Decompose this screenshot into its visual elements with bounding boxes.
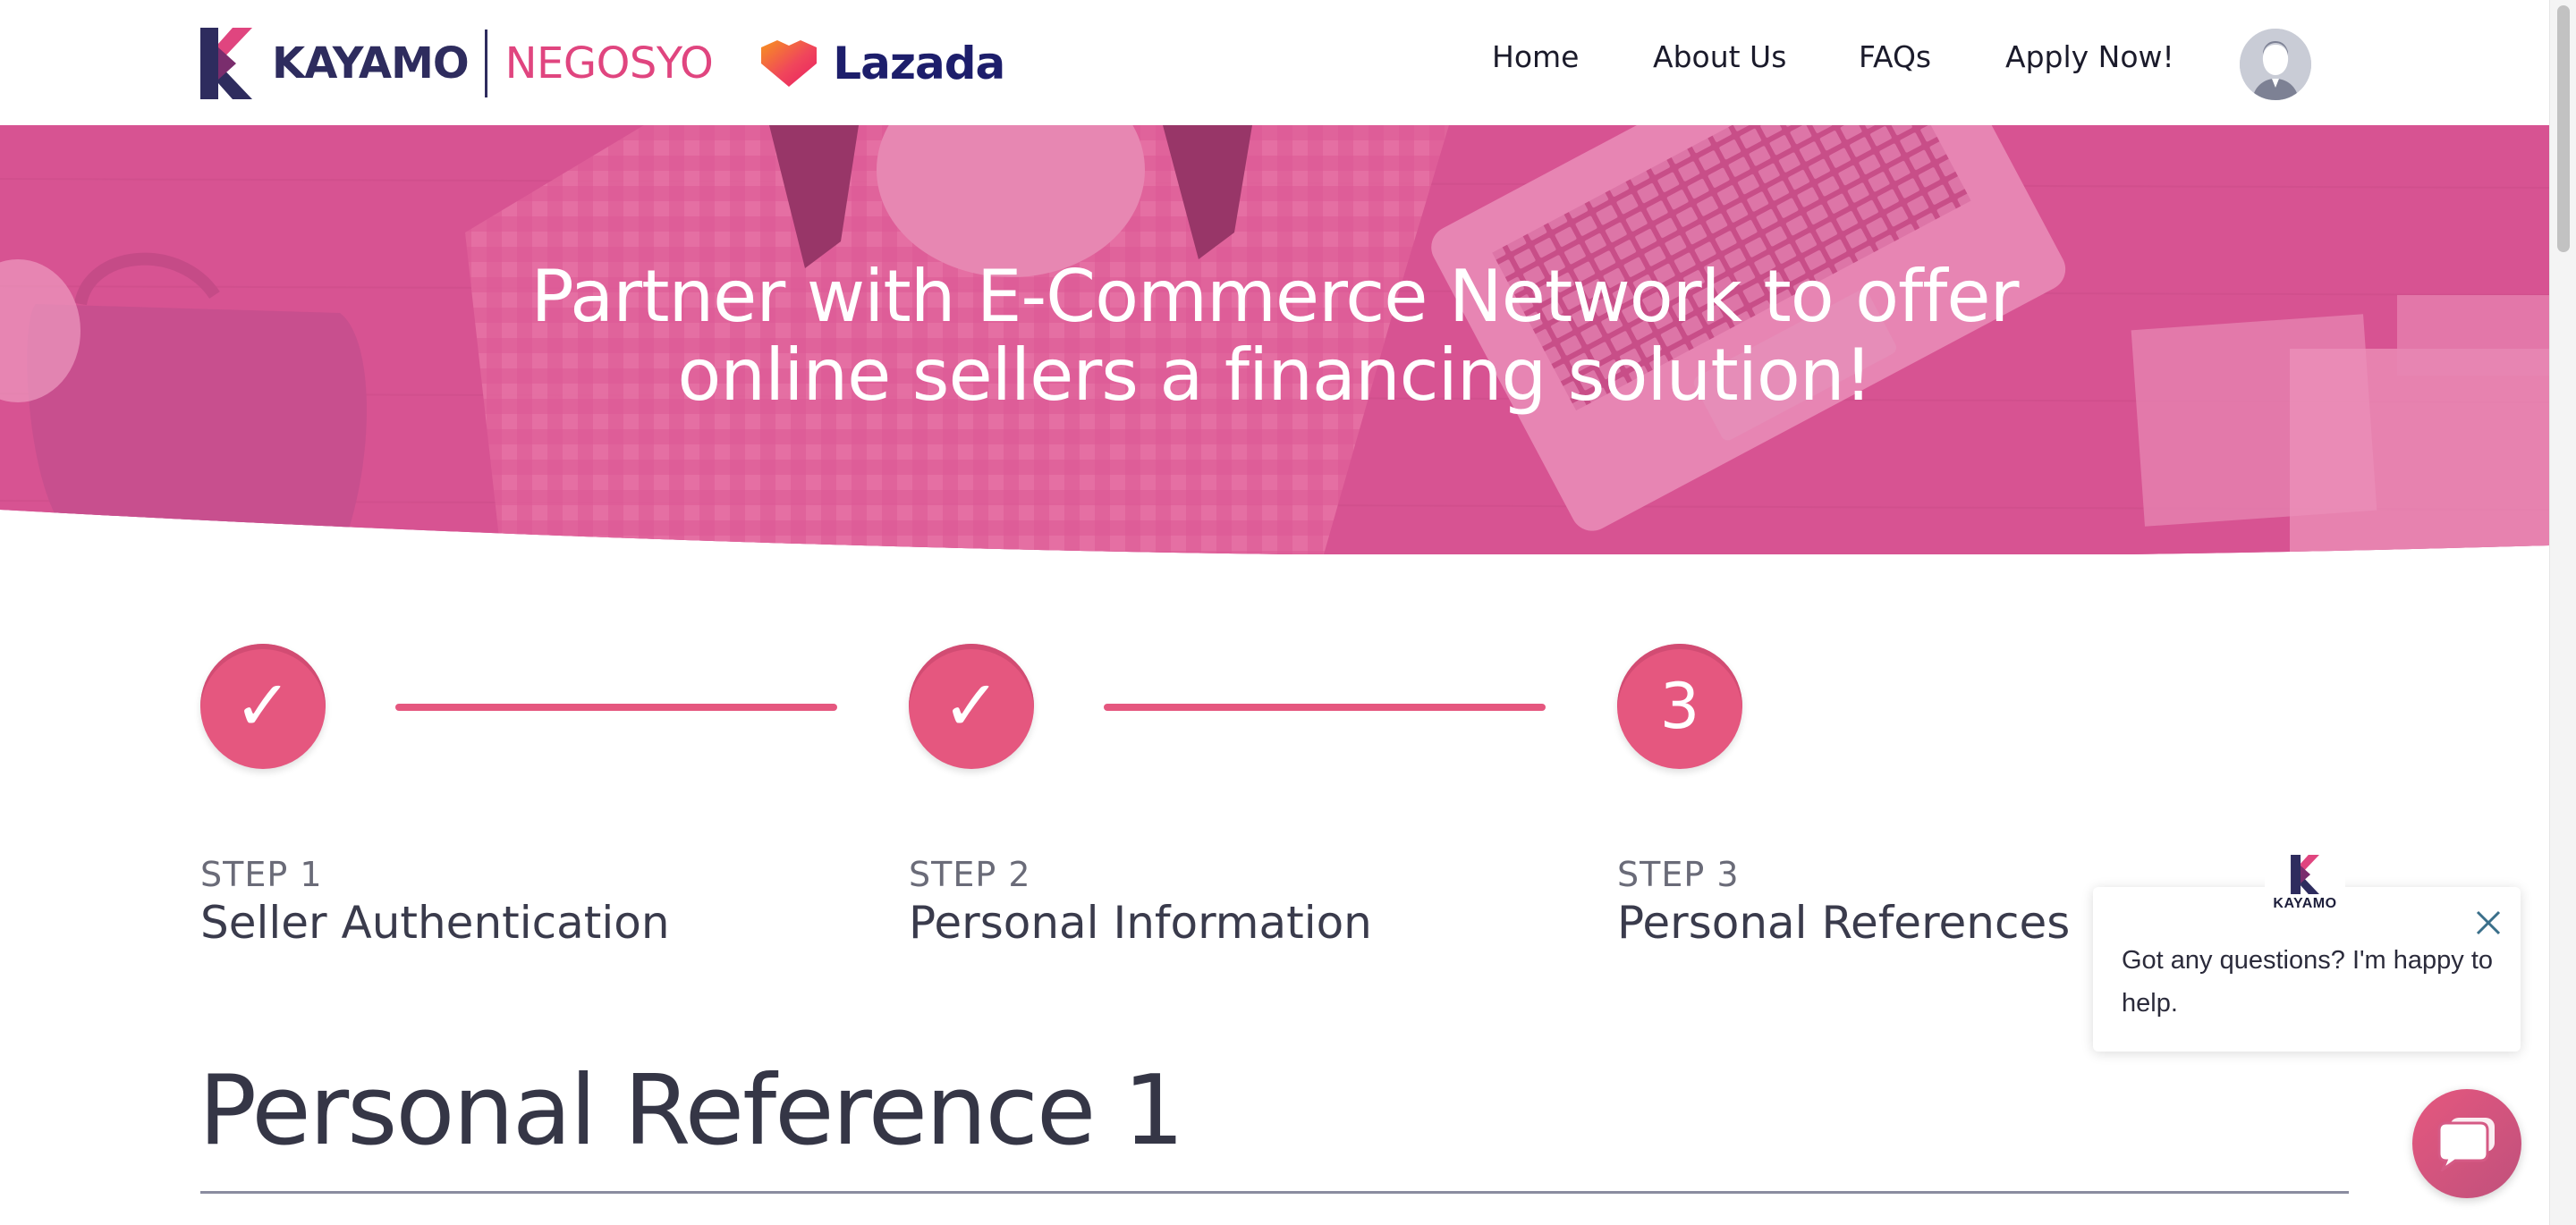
lazada-heart-icon [761,40,818,87]
user-avatar-button[interactable] [2240,29,2311,100]
step-3-number: 3 [1659,670,1700,743]
step-3-kicker: STEP 3 [1617,855,1740,894]
chat-prompt-message: Got any questions? I'm happy to help. [2122,946,2494,1018]
close-icon[interactable] [2472,907,2504,939]
step-2-kicker: STEP 2 [909,855,1031,894]
step-3-title: Personal References [1617,897,2071,949]
scrollbar-thumb[interactable] [2557,5,2570,252]
nav-faqs-link[interactable]: FAQs [1859,39,1931,74]
nav-apply-link[interactable]: Apply Now! [2005,39,2174,74]
chat-open-button[interactable] [2412,1089,2521,1198]
check-icon: ✓ [942,666,1001,747]
hero-title-line-2: online sellers a financing solution! [677,334,1872,417]
hero-title: Partner with E-Commerce Network to offer… [0,258,2549,415]
brand-lazada-text: Lazada [833,38,1005,89]
brand-negosyo-text: NEGOSYO [504,38,714,89]
user-avatar-icon [2240,29,2311,100]
kayamo-k-logo-icon [2291,855,2319,894]
hero-title-line-1: Partner with E-Commerce Network to offer [530,255,2020,338]
step-2-title: Personal Information [909,897,1372,949]
hero-banner: Partner with E-Commerce Network to offer… [0,125,2549,554]
step-1-kicker: STEP 1 [200,855,323,894]
chat-bubble-icon [2437,1118,2495,1171]
step-3-indicator: 3 [1617,644,1742,769]
step-2-indicator: ✓ [909,644,1034,769]
brand-kayamo-text: KAYAMO [272,38,470,89]
chat-badge-text: KAYAMO [2273,896,2337,911]
chat-agent-badge: KAYAMO [2265,849,2345,917]
step-connector-2 [1104,704,1546,711]
brand-logo-group[interactable]: KAYAMO NEGOSYO Lazada [200,27,1005,100]
check-icon: ✓ [233,666,292,747]
step-connector-1 [395,704,837,711]
section-title: Personal Reference 1 [199,1055,1184,1167]
section-divider [200,1191,2349,1194]
nav-home-link[interactable]: Home [1492,39,1579,74]
page-scrollbar[interactable] [2549,0,2576,1225]
kayamo-k-logo-icon [200,28,252,99]
step-1-indicator: ✓ [200,644,326,769]
nav-about-link[interactable]: About Us [1653,39,1786,74]
brand-divider [484,30,487,97]
step-1-title: Seller Authentication [200,897,670,949]
site-header: KAYAMO NEGOSYO Lazada Home About Us FAQs… [0,0,2549,125]
